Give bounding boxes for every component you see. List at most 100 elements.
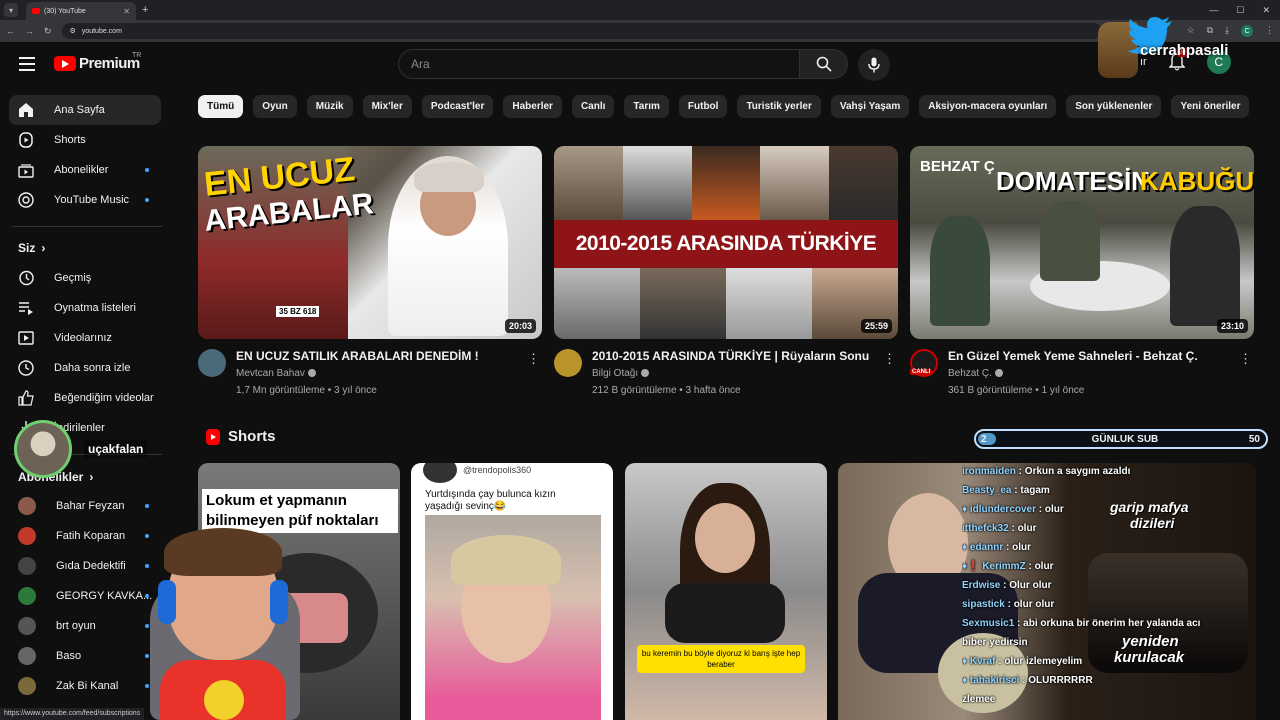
shorts-logo-icon <box>206 428 220 445</box>
sidebar-sub-brt-oyun[interactable]: brt oyun <box>9 611 161 641</box>
more-actions-icon[interactable]: ⋮ <box>527 351 540 367</box>
thumbnail-text: 2010-2015 ARASINDA TÜRKİYE <box>575 232 877 255</box>
sidebar-item-watch-later[interactable]: Daha sonra izle <box>9 353 161 383</box>
sidebar-item-label: Oynatma listeleri <box>54 302 136 314</box>
chat-line: ♦ idlundercover : olur <box>962 500 1262 519</box>
youtube-premium-logo[interactable]: Premium <box>54 55 140 72</box>
sidebar-item-your-videos[interactable]: Videolarınız <box>9 323 161 353</box>
watch-later-icon <box>18 360 34 376</box>
video-thumbnail[interactable]: 2010-2015 ARASINDA TÜRKİYE 25:59 <box>554 146 898 339</box>
sidebar-sub-bahar-feyzan[interactable]: Bahar Feyzan <box>9 491 161 521</box>
subscriptions-icon <box>18 162 34 178</box>
video-title[interactable]: EN UCUZ SATILIK ARABALARI DENEDİM ! <box>236 349 526 364</box>
sidebar-item-liked-videos[interactable]: Beğendiğim videolar <box>9 383 161 413</box>
sidebar-sub-zak-bi-kanal[interactable]: Zak Bi Kanal <box>9 671 161 701</box>
more-actions-icon[interactable]: ⋮ <box>1239 351 1252 367</box>
verified-icon <box>307 369 316 378</box>
address-bar[interactable]: ⚙ youtube.com <box>61 23 1102 39</box>
you-section-title: Siz <box>18 241 36 255</box>
more-actions-icon[interactable]: ⋮ <box>883 351 896 367</box>
channel-avatar[interactable] <box>554 349 582 377</box>
chip-live[interactable]: Canlı <box>571 95 615 118</box>
sidebar-sub-georgy-kavka[interactable]: GEORGY KAVKA... <box>9 581 161 611</box>
chip-news[interactable]: Haberler <box>503 95 562 118</box>
chip-mixes[interactable]: Mix'ler <box>362 95 412 118</box>
channel-name[interactable]: Mevtcan Bahav <box>236 368 305 379</box>
goal-current: 2 <box>981 433 987 445</box>
streamer-avatar-overlay <box>140 520 310 720</box>
video-card[interactable]: BEHZAT Ç DOMATESİN KABUĞU 23:10 CANLI En… <box>910 146 1254 398</box>
chip-podcasts[interactable]: Podcast'ler <box>421 95 494 118</box>
sidebar-item-youtube-music[interactable]: YouTube Music <box>9 185 161 215</box>
twitter-overlay: cerrahpasali <box>1098 14 1278 84</box>
new-content-dot <box>145 198 149 202</box>
browser-tab-strip: ▾ (30) YouTube ✕ + — ☐ ✕ <box>0 0 1280 20</box>
sidebar-item-home[interactable]: Ana Sayfa <box>9 95 161 125</box>
hamburger-menu-icon[interactable] <box>19 57 35 71</box>
forward-icon[interactable]: → <box>25 26 34 36</box>
channel-avatar[interactable]: CANLI <box>910 349 938 377</box>
chip-tourist-places[interactable]: Turistik yerler <box>737 95 821 118</box>
browser-tab-youtube[interactable]: (30) YouTube ✕ <box>26 2 136 20</box>
video-thumbnail[interactable]: BEHZAT Ç DOMATESİN KABUĞU 23:10 <box>910 146 1254 339</box>
thumbnail-text: DOMATESİN <box>996 166 1151 196</box>
chat-line: ♦ tahakirisci : OLURRRRRR <box>962 671 1262 690</box>
new-tab-button[interactable]: + <box>142 4 148 16</box>
short-caption: bu keremin bu böyle diyoruz ki barış işt… <box>637 645 805 673</box>
chip-recently-uploaded[interactable]: Son yüklenenler <box>1066 95 1162 118</box>
voice-search-button[interactable] <box>858 49 890 81</box>
sidebar-item-shorts[interactable]: Shorts <box>9 125 161 155</box>
tab-close-icon[interactable]: ✕ <box>123 7 130 16</box>
chip-action-adventure[interactable]: Aksiyon-macera oyunları <box>919 95 1057 118</box>
chat-line: ♦ edannr : olur <box>962 538 1262 557</box>
reload-icon[interactable]: ↻ <box>44 26 52 37</box>
short-card[interactable]: bu keremin bu böyle diyoruz ki barış işt… <box>625 463 827 720</box>
chip-music[interactable]: Müzik <box>306 95 353 118</box>
chat-user: Erdwise <box>962 580 1001 591</box>
chat-line: zlemee <box>962 690 1262 709</box>
chat-line: itthefck32 : olur <box>962 519 1262 538</box>
chat-message: : olur <box>1008 523 1037 534</box>
chat-user: ♦❗ KerimmZ <box>962 561 1026 572</box>
you-section-header[interactable]: Siz › <box>18 241 45 255</box>
chip-gaming[interactable]: Oyun <box>253 95 297 118</box>
short-card[interactable]: @trendopolis360 Yurtdışında çay bulunca … <box>411 463 613 720</box>
video-info: CANLI En Güzel Yemek Yeme Sahneleri - Be… <box>910 349 1254 398</box>
chip-football[interactable]: Futbol <box>678 95 728 118</box>
chip-new-to-you[interactable]: Yeni öneriler <box>1171 95 1250 118</box>
video-title[interactable]: 2010-2015 ARASINDA TÜRKİYE | Rüyaların S… <box>592 349 882 364</box>
search-button[interactable] <box>800 49 848 79</box>
channel-avatar <box>18 497 36 515</box>
video-info: EN UCUZ SATILIK ARABALARI DENEDİM ! Mevt… <box>198 349 542 398</box>
back-icon[interactable]: ← <box>6 26 15 36</box>
verified-icon <box>994 369 1003 378</box>
chip-agriculture[interactable]: Tarım <box>624 95 669 118</box>
chevron-right-icon: › <box>41 241 46 255</box>
video-title[interactable]: En Güzel Yemek Yeme Sahneleri - Behzat Ç… <box>948 349 1238 364</box>
sidebar-sub-gida-dedektifi[interactable]: Gıda Dedektifi <box>9 551 161 581</box>
chat-message: : abi orkuna bir önerim her yalanda acı <box>1014 618 1201 629</box>
chat-line: ♦ Kvraf : olur izlemeyelim <box>962 652 1262 671</box>
sidebar-sub-baso[interactable]: Baso <box>9 641 161 671</box>
video-card[interactable]: 2010-2015 ARASINDA TÜRKİYE 25:59 2010-20… <box>554 146 898 398</box>
chat-line: biber yedirsin <box>962 633 1262 652</box>
sidebar-item-label: Geçmiş <box>54 272 92 284</box>
short-channel-avatar <box>423 463 457 483</box>
channel-avatar[interactable] <box>198 349 226 377</box>
sidebar-item-subscriptions[interactable]: Abonelikler <box>9 155 161 185</box>
channel-name[interactable]: Behzat Ç. <box>948 368 992 379</box>
channel-name[interactable]: Bilgi Otağı <box>592 368 638 379</box>
video-thumbnail[interactable]: EN UCUZ ARABALAR 35 BZ 618 20:03 <box>198 146 542 339</box>
sidebar-item-history[interactable]: Geçmiş <box>9 263 161 293</box>
site-info-icon[interactable]: ⚙ <box>70 27 76 35</box>
chat-user: Beasty_ea <box>962 485 1012 496</box>
search-input[interactable] <box>398 49 800 79</box>
video-card[interactable]: EN UCUZ ARABALAR 35 BZ 618 20:03 EN UCUZ… <box>198 146 542 398</box>
chip-all[interactable]: Tümü <box>198 95 244 118</box>
chip-wildlife[interactable]: Vahşi Yaşam <box>830 95 910 118</box>
chat-user: ironmaiden <box>962 466 1016 477</box>
sidebar-sub-fatih-koparan[interactable]: Fatih Koparan <box>9 521 161 551</box>
sidebar-item-label: Daha sonra izle <box>54 362 131 374</box>
tab-search-button[interactable]: ▾ <box>4 3 18 17</box>
sidebar-item-playlists[interactable]: Oynatma listeleri <box>9 293 161 323</box>
